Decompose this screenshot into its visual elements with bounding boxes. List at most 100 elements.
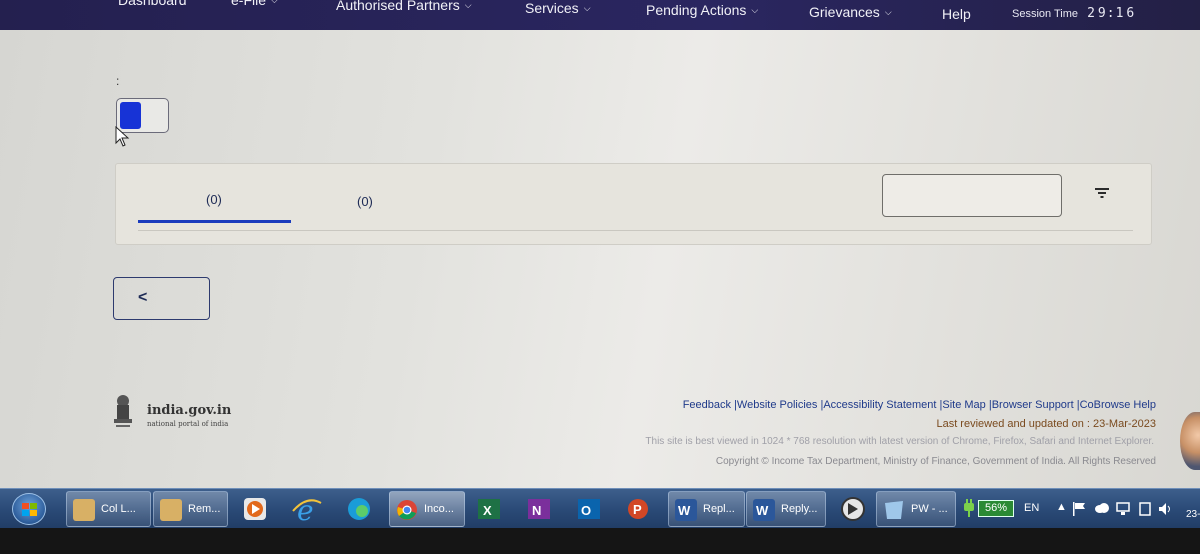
taskbar-media-player[interactable] — [232, 491, 278, 527]
internet-explorer-icon: e — [292, 494, 322, 527]
plug-icon — [964, 499, 974, 517]
chrome-icon — [397, 500, 417, 520]
taskbar-clock[interactable]: 23- — [1186, 509, 1200, 520]
footer-link-website-policies[interactable]: Website Policies — [737, 399, 818, 411]
india-gov-logo-subtitle: national portal of india — [147, 420, 229, 428]
taskbar-word-2[interactable]: W Reply... — [746, 491, 826, 527]
best-viewed-text: This site is best viewed in 1024 * 768 r… — [645, 436, 1154, 447]
word-icon: W — [753, 499, 775, 521]
svg-text:O: O — [581, 503, 591, 518]
taskbar-pw[interactable]: PW - ... — [876, 491, 956, 527]
onenote-icon: N — [528, 499, 550, 519]
last-reviewed-text: Last reviewed and updated on : 23-Mar-20… — [936, 418, 1156, 430]
field-label: : — [116, 74, 120, 88]
network-icon[interactable] — [1116, 502, 1130, 516]
taskbar-powerpoint[interactable]: P — [616, 491, 662, 527]
cloud-icon[interactable] — [1094, 502, 1110, 514]
svg-text:W: W — [756, 503, 769, 518]
taskbar-word-1[interactable]: W Repl... — [668, 491, 745, 527]
pw-icon — [885, 501, 903, 519]
volume-icon[interactable] — [1158, 502, 1172, 516]
nav-dashboard-label: Dashboard — [118, 0, 187, 8]
svg-text:e: e — [297, 494, 314, 527]
tabs-card: (0) (0) — [115, 163, 1152, 245]
chat-avatar[interactable] — [1180, 412, 1200, 470]
nav-pending-actions[interactable]: Pending Actions ⌵ — [646, 2, 758, 24]
toggle-knob — [120, 102, 141, 129]
back-chevron-icon: < — [138, 289, 148, 306]
chevron-down-icon: ⌵ — [751, 5, 759, 15]
national-emblem-icon — [114, 395, 132, 427]
chevron-down-icon: ⌵ — [464, 0, 472, 10]
back-button[interactable]: < — [113, 277, 210, 320]
taskbar-folder-rem[interactable]: Rem... — [153, 491, 228, 527]
taskbar-outlook[interactable]: O — [566, 491, 612, 527]
search-input[interactable] — [882, 174, 1062, 217]
tab-first[interactable]: (0) — [206, 192, 222, 207]
copyright-text: Copyright © Income Tax Department, Minis… — [715, 456, 1156, 467]
device-icon[interactable] — [1138, 502, 1152, 516]
nav-grievances[interactable]: Grievances ⌵ — [809, 4, 892, 26]
nav-services-label: Services — [525, 0, 579, 16]
powerpoint-icon: P — [628, 499, 648, 519]
nav-efile[interactable]: e-File ⌵ — [231, 0, 278, 14]
taskbar-app[interactable] — [830, 491, 876, 527]
chevron-down-icon: ⌵ — [884, 7, 892, 17]
app-icon — [841, 497, 865, 521]
taskbar-excel[interactable]: X — [466, 491, 512, 527]
taskbar-onenote[interactable]: N — [516, 491, 562, 527]
india-gov-logo-title[interactable]: india.gov.in — [147, 403, 231, 418]
footer-link-browser-support[interactable]: Browser Support — [992, 399, 1074, 411]
top-navigation-bar: Dashboard e-File ⌵ Authorised Partners ⌵ S… — [0, 0, 1200, 30]
session-timer: Session Time 29:16 — [1012, 6, 1137, 21]
nav-help-label: Help — [942, 6, 971, 22]
svg-text:W: W — [678, 503, 691, 518]
taskbar-label: Rem... — [188, 503, 221, 515]
tabs-divider — [138, 230, 1133, 231]
taskbar-ie[interactable]: e — [284, 491, 330, 527]
start-button[interactable] — [12, 493, 46, 525]
main-content: : (0) (0) < india.gov.in national portal… — [0, 30, 1200, 488]
nav-help[interactable]: Help — [942, 6, 971, 28]
nav-authorised-partners[interactable]: Authorised Partners ⌵ — [336, 0, 472, 19]
windows-taskbar: Col L... Rem... e Inco... X N O P W Repl… — [0, 488, 1200, 528]
svg-text:P: P — [633, 502, 642, 517]
taskbar-label: Repl... — [703, 503, 735, 515]
session-digit: 6 — [1126, 6, 1138, 21]
taskbar-edge[interactable] — [336, 491, 382, 527]
footer-link-cobrowse-help[interactable]: CoBrowse Help — [1080, 399, 1156, 411]
footer-link-site-map[interactable]: Site Map — [942, 399, 985, 411]
nav-services[interactable]: Services ⌵ — [525, 0, 591, 22]
mouse-cursor-icon — [115, 126, 130, 147]
filter-icon[interactable] — [1094, 186, 1110, 200]
footer-link-feedback[interactable]: Feedback — [683, 399, 731, 411]
tab-second[interactable]: (0) — [357, 194, 373, 209]
outlook-icon: O — [578, 499, 600, 519]
session-digits: 29:16 — [1087, 6, 1137, 21]
taskbar-label: PW - ... — [911, 503, 948, 515]
taskbar-folder-col[interactable]: Col L... — [66, 491, 151, 527]
windows-logo-icon — [22, 503, 37, 516]
nav-authorised-partners-label: Authorised Partners — [336, 0, 460, 13]
taskbar-chrome[interactable]: Inco... — [389, 491, 465, 527]
svg-text:X: X — [483, 503, 492, 518]
taskbar-label: Col L... — [101, 503, 136, 515]
active-tab-indicator — [138, 220, 291, 223]
tray-expand-icon[interactable]: ▲ — [1056, 501, 1067, 513]
taskbar-label: Inco... — [424, 503, 454, 515]
edge-icon — [348, 498, 370, 520]
footer-link-accessibility[interactable]: Accessibility Statement — [823, 399, 936, 411]
word-icon: W — [675, 499, 697, 521]
taskbar-label: Reply... — [781, 503, 818, 515]
excel-icon: X — [478, 499, 500, 519]
screen-bezel — [0, 528, 1200, 554]
language-indicator[interactable]: EN — [1024, 502, 1039, 514]
battery-indicator[interactable]: 56% — [978, 500, 1014, 517]
folder-icon — [160, 499, 182, 521]
flag-icon[interactable] — [1072, 502, 1086, 516]
folder-icon — [73, 499, 95, 521]
nav-efile-label: e-File — [231, 0, 267, 8]
nav-dashboard[interactable]: Dashboard — [118, 0, 187, 14]
nav-grievances-label: Grievances — [809, 4, 880, 20]
session-digit: 1 — [1115, 6, 1127, 21]
